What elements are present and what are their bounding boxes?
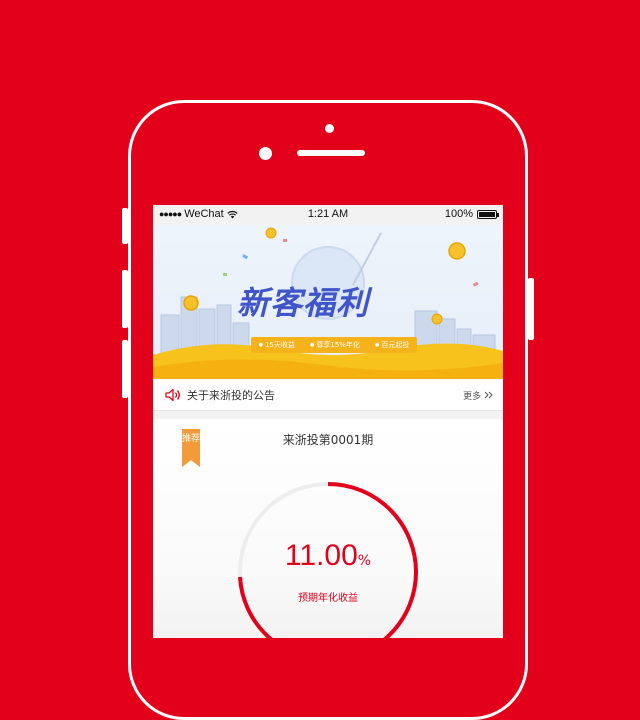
earpiece-speaker	[297, 150, 365, 156]
notice-bar[interactable]: 关于来浙投的公告 更多	[153, 379, 503, 411]
promo-banner[interactable]: 新客福利 15天收益 尊享15%年化 百元起投	[153, 225, 503, 379]
battery-icon	[477, 209, 499, 219]
more-label: 更多	[463, 392, 482, 402]
ribbon-item: 百元起投	[375, 340, 409, 350]
volume-up-button	[122, 270, 128, 328]
app-screen: ●●●●● WeChat 1:21 AM 100% 新客福利 ● 15天收益 ●…	[153, 205, 503, 638]
double-chevron-right-icon	[484, 391, 493, 399]
proximity-sensor	[325, 124, 334, 133]
power-button	[528, 278, 534, 340]
rate-unit: %	[357, 553, 372, 569]
volume-down-button	[122, 340, 128, 398]
rate-value: 11.00%	[153, 539, 503, 573]
status-bar: ●●●●● WeChat 1:21 AM 100%	[153, 205, 503, 225]
product-card[interactable]: 推荐 来浙投第0001期 11.00% 预期年化收益	[153, 419, 503, 638]
speaker-icon	[165, 388, 180, 402]
product-title: 来浙投第0001期	[282, 433, 374, 447]
front-camera	[259, 147, 272, 160]
mute-switch	[122, 208, 128, 244]
notice-text[interactable]: 关于来浙投的公告	[187, 387, 275, 403]
banner-ribbon: 15天收益 尊享15%年化 百元起投	[251, 337, 417, 353]
rate-number: 11.00	[284, 539, 358, 572]
ribbon-item: 15天收益	[259, 340, 295, 350]
rate-label: 预期年化收益	[298, 593, 358, 604]
ribbon-item: 尊享15%年化	[310, 340, 360, 350]
battery-percent: 100%	[444, 208, 473, 220]
more-link[interactable]: 更多	[463, 389, 493, 402]
banner-title: 新客福利	[237, 284, 370, 322]
